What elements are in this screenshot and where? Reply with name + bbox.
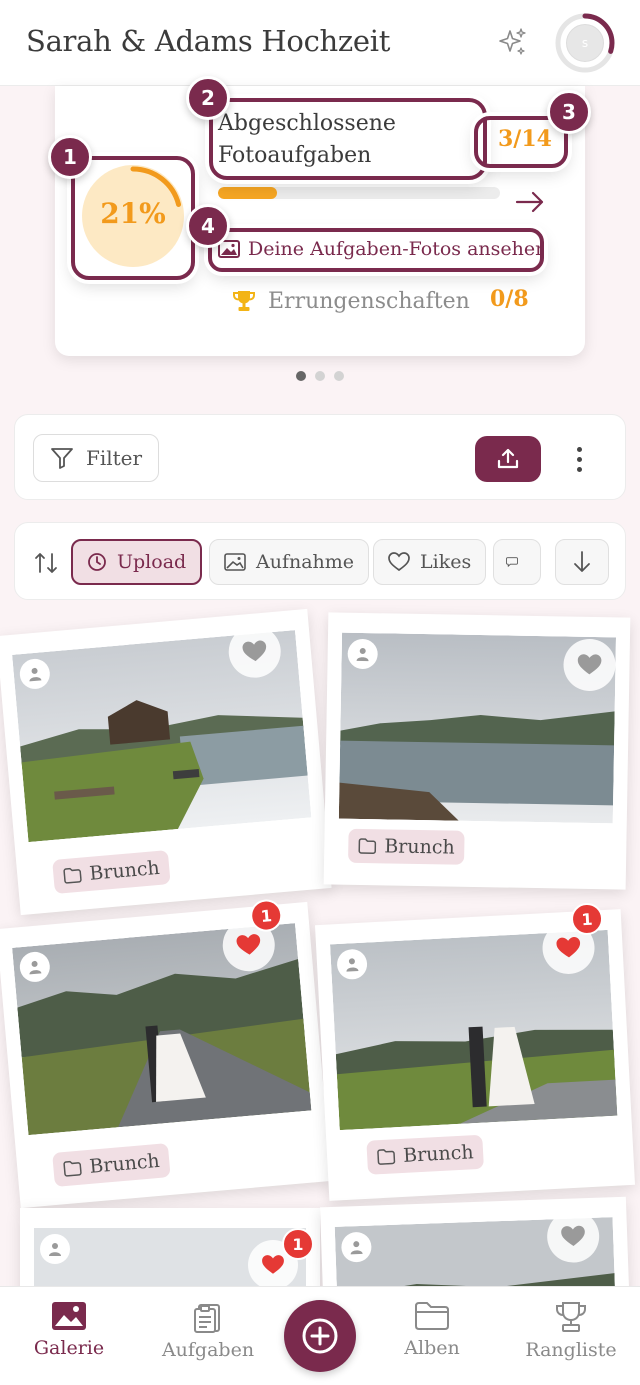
album-tag-label: Brunch: [384, 835, 455, 859]
sparkle-icon[interactable]: [496, 27, 528, 59]
album-tag[interactable]: Brunch: [366, 1134, 485, 1175]
filter-label: Filter: [85, 446, 143, 470]
folder-icon: [415, 1302, 449, 1330]
highlight-ring-tasks-label: [209, 98, 487, 180]
sort-chip-label: Aufnahme: [256, 551, 355, 573]
nav-item-gallery[interactable]: Galerie: [9, 1301, 129, 1359]
album-tag[interactable]: Brunch: [348, 828, 466, 865]
heart-icon: [242, 640, 267, 662]
trophy-icon: [233, 291, 255, 311]
add-icon: [302, 1318, 338, 1354]
folder-icon: [63, 1160, 82, 1177]
heart-icon: [262, 1255, 284, 1274]
filter-icon: [51, 448, 73, 469]
tasks-progress-bar: [218, 187, 500, 199]
folder-icon: [377, 1149, 396, 1165]
avatar[interactable]: s: [555, 13, 615, 73]
folder-icon: [63, 867, 82, 884]
sort-direction-button[interactable]: [555, 539, 609, 585]
onboarding-step-badge[interactable]: 1: [48, 135, 92, 179]
highlight-ring-view-photos: [208, 228, 544, 272]
nav-item-leaderboard[interactable]: Rangliste: [511, 1301, 631, 1361]
app-header: Sarah & Adams Hochzeit s: [0, 0, 640, 86]
album-tag-label: Brunch: [88, 1149, 161, 1178]
achievements-row[interactable]: Errungenschaften: [232, 284, 470, 318]
bottom-navigation: Galerie Aufgaben Alben Rangliste: [0, 1286, 640, 1385]
onboarding-step-badge[interactable]: 2: [186, 76, 230, 120]
comment-icon: [506, 557, 518, 567]
avatar-initial: s: [564, 22, 606, 64]
carousel-dot[interactable]: [334, 371, 344, 381]
page-title: Sarah & Adams Hochzeit: [26, 24, 391, 58]
photo-card[interactable]: 1 Brunch: [314, 902, 636, 1201]
clock-icon: [88, 553, 106, 571]
sort-icon[interactable]: [33, 550, 59, 576]
album-tag[interactable]: Brunch: [52, 1142, 172, 1187]
image-icon: [224, 553, 246, 571]
onboarding-step-badge[interactable]: 3: [547, 90, 591, 134]
nav-label: Alben: [404, 1337, 460, 1359]
sort-chip-comments[interactable]: [493, 539, 541, 585]
nav-label: Aufgaben: [161, 1339, 255, 1361]
album-tag[interactable]: Brunch: [52, 849, 172, 894]
carousel-dots: [296, 371, 344, 381]
folder-icon: [358, 838, 377, 854]
heart-icon: [236, 934, 261, 955]
upload-button[interactable]: [475, 436, 541, 482]
heart-icon: [561, 1225, 585, 1247]
highlight-ring-gauge: [71, 156, 195, 280]
sort-chip-upload[interactable]: Upload: [71, 539, 203, 585]
sort-chip-label: Likes: [420, 551, 472, 573]
sort-chip-capture[interactable]: Aufnahme: [209, 539, 370, 585]
clipboard-icon: [194, 1304, 220, 1333]
sort-chip-likes[interactable]: Likes: [373, 539, 487, 585]
heart-icon: [577, 654, 602, 675]
achievements-count: 0/8: [490, 286, 529, 312]
carousel-dot[interactable]: [315, 371, 325, 381]
like-count-badge: 1: [282, 1228, 314, 1260]
gallery-toolbar: Filter: [14, 414, 626, 500]
arrow-right-icon[interactable]: [515, 190, 545, 214]
carousel-dot[interactable]: [296, 371, 306, 381]
photo-card[interactable]: 1 Brunch: [0, 898, 332, 1209]
nav-label: Rangliste: [525, 1339, 617, 1361]
filter-button[interactable]: Filter: [33, 434, 159, 482]
photo-card[interactable]: Brunch: [0, 608, 332, 916]
album-tag-label: Brunch: [88, 856, 161, 885]
more-vertical-icon[interactable]: [567, 441, 591, 477]
user-icon: [40, 1234, 70, 1264]
arrow-down-icon: [574, 551, 590, 572]
achievements-label: Errungenschaften: [268, 288, 470, 314]
sort-bar: Upload Aufnahme Likes: [14, 522, 626, 600]
heart-icon: [388, 552, 410, 572]
trophy-icon: [556, 1302, 586, 1332]
tasks-progress-fill: [218, 187, 278, 199]
sort-chip-label: Upload: [117, 551, 187, 573]
nav-label: Galerie: [33, 1337, 105, 1359]
add-button[interactable]: [284, 1300, 356, 1372]
upload-icon: [497, 448, 519, 469]
heart-icon: [556, 937, 581, 958]
onboarding-step-badge[interactable]: 4: [186, 204, 230, 248]
gallery-icon: [52, 1302, 86, 1330]
photo-card[interactable]: Brunch: [323, 612, 631, 890]
nav-item-albums[interactable]: Alben: [372, 1301, 492, 1359]
album-tag-label: Brunch: [402, 1141, 475, 1167]
nav-item-tasks[interactable]: Aufgaben: [148, 1301, 268, 1361]
